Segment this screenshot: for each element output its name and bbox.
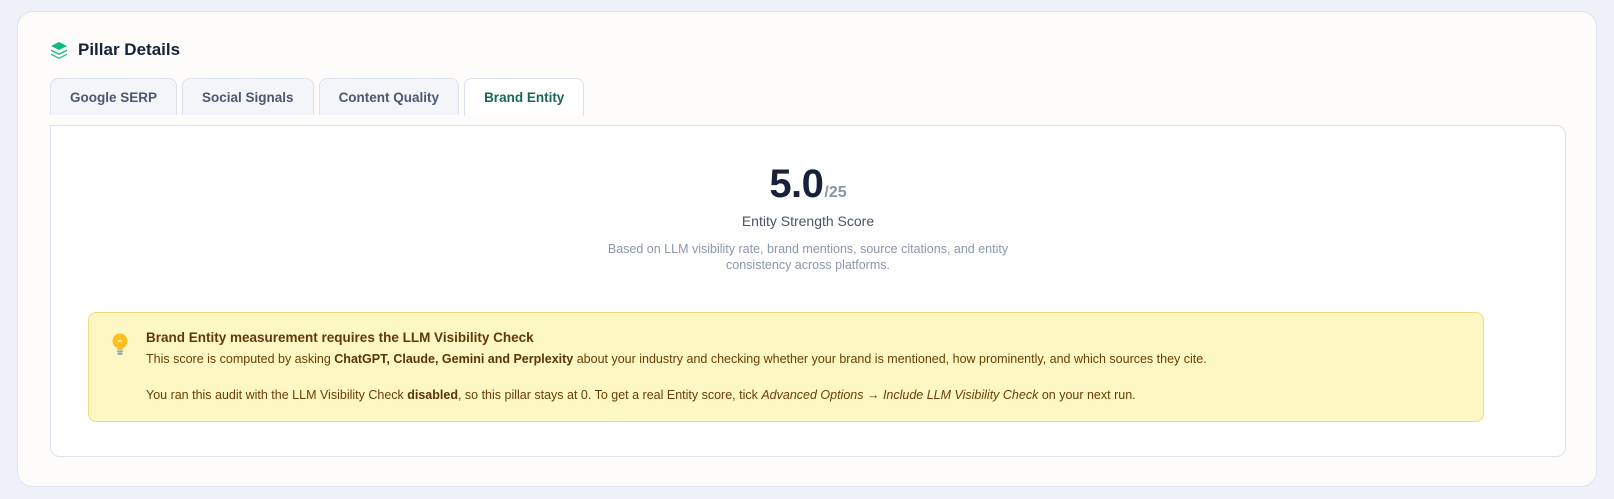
- layers-icon: [50, 41, 68, 59]
- notice-body: Brand Entity measurement requires the LL…: [146, 329, 1463, 404]
- notice-p2-text-end: on your next run.: [1038, 388, 1136, 402]
- notice-p2-option-path: Advanced Options → Include LLM Visibilit…: [761, 388, 1039, 402]
- tab-content-quality[interactable]: Content Quality: [318, 78, 460, 115]
- lightbulb-icon: [110, 332, 130, 358]
- notice-p2-disabled: disabled: [407, 388, 458, 402]
- notice-p2-text-mid: , so this pillar stays at 0. To get a re…: [457, 388, 762, 402]
- pillar-details-card: Pillar Details Google SERP Social Signal…: [17, 11, 1597, 487]
- tab-brand-entity[interactable]: Brand Entity: [464, 78, 585, 116]
- score-label: Entity Strength Score: [741, 213, 875, 229]
- card-header: Pillar Details: [50, 40, 180, 60]
- pillar-tabs: Google SERP Social Signals Content Quali…: [50, 78, 585, 116]
- tab-social-signals[interactable]: Social Signals: [182, 78, 314, 115]
- llm-visibility-notice: Brand Entity measurement requires the LL…: [88, 312, 1484, 422]
- notice-paragraph-1: This score is computed by asking ChatGPT…: [146, 351, 1463, 368]
- card-title: Pillar Details: [78, 40, 181, 59]
- score-block: 5.0 /25 Entity Strength Score Based on L…: [51, 162, 1565, 273]
- score-max: /25: [824, 184, 847, 201]
- tab-google-serp[interactable]: Google SERP: [50, 78, 178, 115]
- score-description: Based on LLM visibility rate, brand ment…: [607, 242, 1009, 272]
- notice-p1-text: This score is computed by asking: [146, 352, 335, 366]
- notice-p2-text: You ran this audit with the LLM Visibili…: [146, 388, 408, 402]
- notice-p1-models: ChatGPT, Claude, Gemini and Perplexity: [334, 352, 574, 366]
- notice-title: Brand Entity measurement requires the LL…: [146, 330, 534, 345]
- score-value: 5.0: [769, 162, 824, 206]
- notice-p1-text-end: about your industry and checking whether…: [573, 352, 1207, 366]
- tab-panel-brand-entity: 5.0 /25 Entity Strength Score Based on L…: [50, 125, 1566, 457]
- notice-paragraph-2: You ran this audit with the LLM Visibili…: [146, 387, 1463, 404]
- score-line: 5.0 /25: [769, 162, 846, 207]
